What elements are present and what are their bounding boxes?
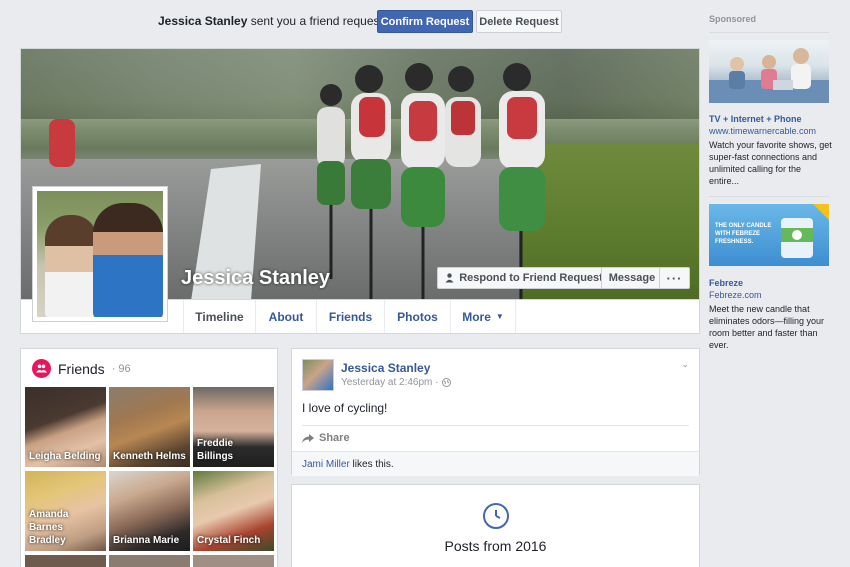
- confirm-request-button[interactable]: Confirm Request: [377, 10, 473, 33]
- profile-photo: [37, 191, 163, 317]
- friend-tile[interactable]: Freddie Billings: [193, 387, 274, 467]
- friend-tile[interactable]: [25, 555, 106, 567]
- divider: [709, 196, 829, 197]
- year-section-title[interactable]: Posts from 2016: [292, 538, 699, 554]
- friend-tile[interactable]: Brianna Marie: [109, 471, 190, 551]
- post-text: I love of cycling!: [302, 401, 388, 415]
- profile-photo-person-1: [45, 215, 97, 317]
- divider: [709, 32, 829, 33]
- post-author-avatar[interactable]: [302, 359, 334, 391]
- profile-picture[interactable]: [32, 186, 168, 322]
- profile-name[interactable]: Jessica Stanley: [181, 267, 330, 290]
- ad-description: Watch your favorite shows, get super-fas…: [709, 140, 832, 186]
- tab-friends[interactable]: Friends: [316, 300, 384, 333]
- post-author-name[interactable]: Jessica Stanley: [341, 361, 430, 375]
- friend-name: Amanda Barnes Bradley: [29, 509, 69, 546]
- post-timestamp: Yesterday at 2:46pm ·: [341, 377, 452, 388]
- ad-title[interactable]: Febreze: [709, 278, 839, 288]
- share-button[interactable]: Share: [302, 432, 350, 444]
- friend-tile[interactable]: [193, 555, 274, 567]
- friends-icon: [32, 359, 51, 378]
- more-options-button[interactable]: ···: [659, 267, 690, 289]
- caret-down-icon: ▼: [495, 312, 504, 321]
- tab-about[interactable]: About: [255, 300, 316, 333]
- friends-header: Friends · 96: [32, 359, 131, 378]
- friend-tile[interactable]: Leigha Belding: [25, 387, 106, 467]
- friend-name: Leigha Belding: [29, 451, 101, 462]
- tab-more[interactable]: More ▼: [450, 300, 516, 333]
- post-divider: [302, 425, 689, 426]
- friend-name: Freddie Billings: [197, 438, 234, 462]
- sponsored-title: Sponsored: [709, 14, 757, 24]
- friend-tile[interactable]: Amanda Barnes Bradley: [25, 471, 106, 551]
- share-arrow-icon: [302, 433, 314, 443]
- friend-tile[interactable]: Kenneth Helms: [109, 387, 190, 467]
- ad-link[interactable]: www.timewarnercable.com: [709, 126, 839, 136]
- tab-more-label: More: [462, 309, 491, 324]
- post-options-chevron-icon[interactable]: ⌄: [681, 359, 689, 370]
- profile-photo-person-2: [93, 203, 163, 317]
- respond-label: Respond to Friend Request: [459, 272, 603, 284]
- candle-jar-illustration: [781, 204, 829, 258]
- requester-name[interactable]: Jessica Stanley: [158, 14, 247, 28]
- friend-request-bar: Jessica Stanley sent you a friend reques…: [0, 10, 700, 33]
- friend-name: Crystal Finch: [197, 535, 261, 546]
- ad-description: Meet the new candle that eliminates odor…: [709, 304, 825, 350]
- respond-friend-request-button[interactable]: Respond to Friend Request: [437, 267, 611, 289]
- request-message: sent you a friend request: [247, 14, 383, 28]
- tab-photos[interactable]: Photos: [384, 300, 450, 333]
- delete-request-button[interactable]: Delete Request: [476, 10, 562, 33]
- clock-icon: [483, 503, 509, 529]
- post-card: Jessica Stanley Yesterday at 2:46pm · ⌄ …: [291, 348, 700, 476]
- friend-request-text: Jessica Stanley sent you a friend reques…: [158, 14, 383, 28]
- friends-box: Friends · 96 Leigha Belding Kenneth Helm…: [20, 348, 278, 567]
- liker-link[interactable]: Jami Miller: [302, 459, 350, 470]
- ad-image-timewarner[interactable]: [709, 40, 829, 103]
- family-on-couch-illustration: [709, 48, 829, 103]
- friends-count: · 96: [111, 362, 131, 375]
- friends-title[interactable]: Friends: [58, 361, 105, 377]
- ad-link[interactable]: Febreze.com: [709, 290, 839, 300]
- post-time-text[interactable]: Yesterday at 2:46pm ·: [341, 377, 438, 388]
- tab-timeline[interactable]: Timeline: [183, 300, 255, 333]
- globe-icon: [442, 378, 452, 387]
- likes-suffix: likes this.: [349, 459, 394, 470]
- person-icon: [445, 273, 454, 283]
- post-likes: Jami Miller likes this.: [292, 451, 699, 476]
- year-section: Posts from 2016: [291, 484, 700, 567]
- ad-title[interactable]: TV + Internet + Phone: [709, 114, 839, 124]
- friend-name: Kenneth Helms: [113, 451, 186, 462]
- message-button[interactable]: Message: [601, 267, 663, 289]
- friend-tile[interactable]: Crystal Finch: [193, 471, 274, 551]
- share-label: Share: [319, 432, 350, 444]
- friend-name: Brianna Marie: [113, 535, 180, 546]
- ad-image-febreze[interactable]: THE ONLY CANDLE WITH FEBREZE FRESHNESS.: [709, 204, 829, 266]
- friend-tile[interactable]: [109, 555, 190, 567]
